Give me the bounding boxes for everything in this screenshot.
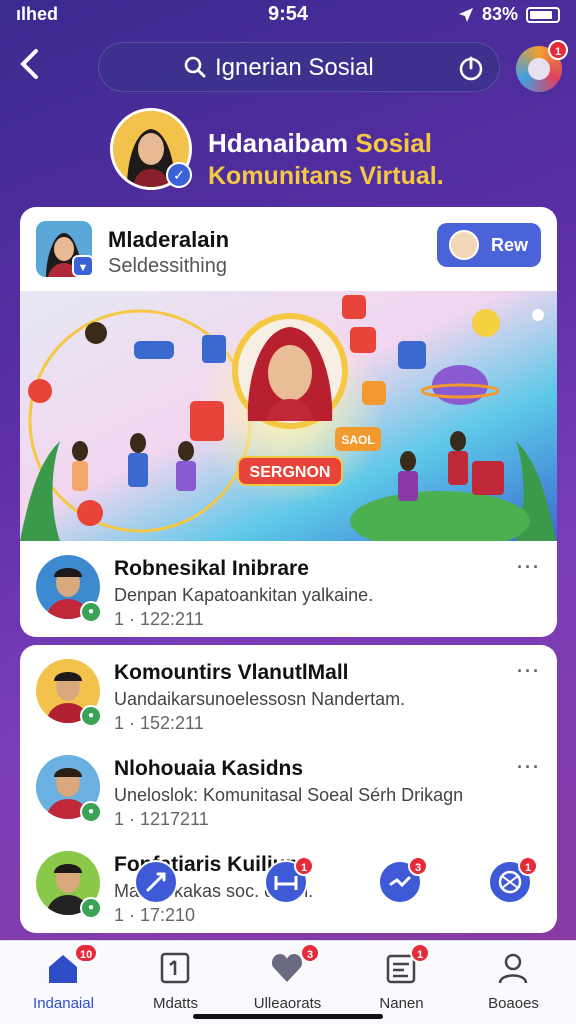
- nav-profile[interactable]: Boaoes: [456, 941, 571, 1012]
- nav-label: Nanen: [379, 995, 424, 1012]
- battery-icon: [526, 6, 560, 23]
- more-options-icon[interactable]: ···: [517, 661, 541, 682]
- bottom-nav: 10 Indanaial Mdatts 3 Ulleaorats 1 Nanen…: [0, 940, 576, 1024]
- online-icon: ●: [80, 705, 102, 727]
- verified-icon: ✓: [166, 162, 192, 188]
- post-meta: 1 · 152:211: [114, 713, 204, 733]
- status-right: 83%: [458, 4, 560, 25]
- share-action-button[interactable]: [134, 860, 178, 904]
- search-text: Ignerian Sosial: [215, 54, 374, 81]
- heart-icon: [271, 954, 303, 982]
- hero-subtitle: Komunitans Virtual.: [208, 162, 444, 190]
- follow-label: Rew: [491, 235, 529, 255]
- event-action-button[interactable]: 1: [264, 856, 314, 904]
- community-illustration: SERGNON SAOL: [20, 291, 557, 541]
- document-icon: [160, 952, 190, 984]
- profile-avatar-button[interactable]: 1: [516, 40, 568, 92]
- banner-tag: SAOL: [341, 433, 374, 447]
- post-text: Uneloslok: Komunitasal Soeal Sérh Drikag…: [114, 785, 464, 805]
- nav-favorites[interactable]: 3 Ulleaorats: [230, 941, 345, 1012]
- post-meta: 1 · 1217211: [114, 809, 209, 829]
- nav-calendar[interactable]: 1 Nanen: [344, 941, 459, 1012]
- chat-action-button[interactable]: 3: [378, 856, 428, 904]
- nav-label: Ulleaorats: [253, 995, 322, 1012]
- nav-label: Mdatts: [152, 995, 198, 1012]
- nav-label: Indanaial: [33, 995, 94, 1012]
- post-meta: 1 · 122:211: [114, 609, 204, 629]
- top-bar: Ignerian Sosial 1: [0, 40, 576, 94]
- edit-icon: [146, 872, 166, 892]
- community-description: Seldessithing: [108, 255, 227, 277]
- online-icon: ●: [80, 601, 102, 623]
- more-options-icon[interactable]: ···: [517, 557, 541, 578]
- nav-badge: 1: [410, 943, 430, 963]
- nav-posts[interactable]: Mdatts: [118, 941, 233, 1012]
- follow-button[interactable]: Rew: [437, 223, 541, 267]
- explore-action-button[interactable]: 1: [488, 856, 538, 904]
- list-item[interactable]: ● Nlohouaia Kasidns Uneloslok: Komunitas…: [20, 741, 557, 839]
- action-badge: 1: [294, 856, 314, 876]
- nav-home[interactable]: 10 Indanaial: [6, 941, 121, 1012]
- post-text: Denpan Kapatoankitan yalkaine.: [114, 585, 374, 605]
- person-icon: [498, 953, 528, 984]
- battery-percent: 83%: [481, 4, 518, 24]
- online-icon: ●: [80, 897, 102, 919]
- home-indicator[interactable]: [193, 1014, 383, 1019]
- post-author: Robnesikal Inibrare: [114, 557, 309, 580]
- list-item[interactable]: ● Komountirs VlanutlMall Uandaikarsunoel…: [20, 645, 557, 743]
- community-hero: ✓ Hdanaibam Sosial Komunitans Virtual.: [110, 108, 550, 194]
- hero-title: Hdanaibam Sosial: [208, 128, 432, 159]
- search-bar[interactable]: Ignerian Sosial: [98, 42, 500, 92]
- nav-label: Boaoes: [488, 995, 539, 1012]
- location-icon: [458, 7, 473, 22]
- search-icon: [184, 56, 206, 78]
- community-card: ▼ Mladeralain Seldessithing Rew SERGNON …: [20, 207, 557, 637]
- follow-avatar: [449, 230, 479, 260]
- community-card-header: ▼ Mladeralain Seldessithing Rew: [20, 207, 557, 291]
- post-text: Uandaikarsunoelessosn Nandertam.: [114, 689, 406, 709]
- action-badge: 1: [518, 856, 538, 876]
- post-meta: 1 · 17:210: [114, 905, 196, 925]
- community-name: Mladeralain: [108, 227, 230, 252]
- status-bar: ılhed 9:54 83%: [0, 0, 576, 30]
- nav-badge: 3: [300, 943, 320, 963]
- hero-title-part: Hdanaibam: [208, 128, 356, 158]
- community-banner-image[interactable]: SERGNON SAOL: [20, 291, 557, 541]
- community-type-icon: ▼: [72, 255, 94, 277]
- nav-badge: 10: [74, 943, 99, 963]
- chevron-left-icon: [20, 49, 38, 79]
- post-author: Komountirs VlanutlMall: [114, 661, 349, 684]
- hero-title-accent: Sosial: [355, 128, 432, 158]
- power-icon[interactable]: [457, 54, 485, 82]
- action-badge: 3: [408, 856, 428, 876]
- profile-badge: 1: [548, 40, 568, 60]
- post-author: Nlohouaia Kasidns: [114, 757, 304, 780]
- back-button[interactable]: [18, 48, 54, 88]
- list-item[interactable]: ● Robnesikal Inibrare Denpan Kapatoankit…: [20, 541, 557, 637]
- online-icon: ●: [80, 801, 102, 823]
- more-options-icon[interactable]: ···: [517, 757, 541, 778]
- banner-sign: SERGNON: [250, 464, 331, 481]
